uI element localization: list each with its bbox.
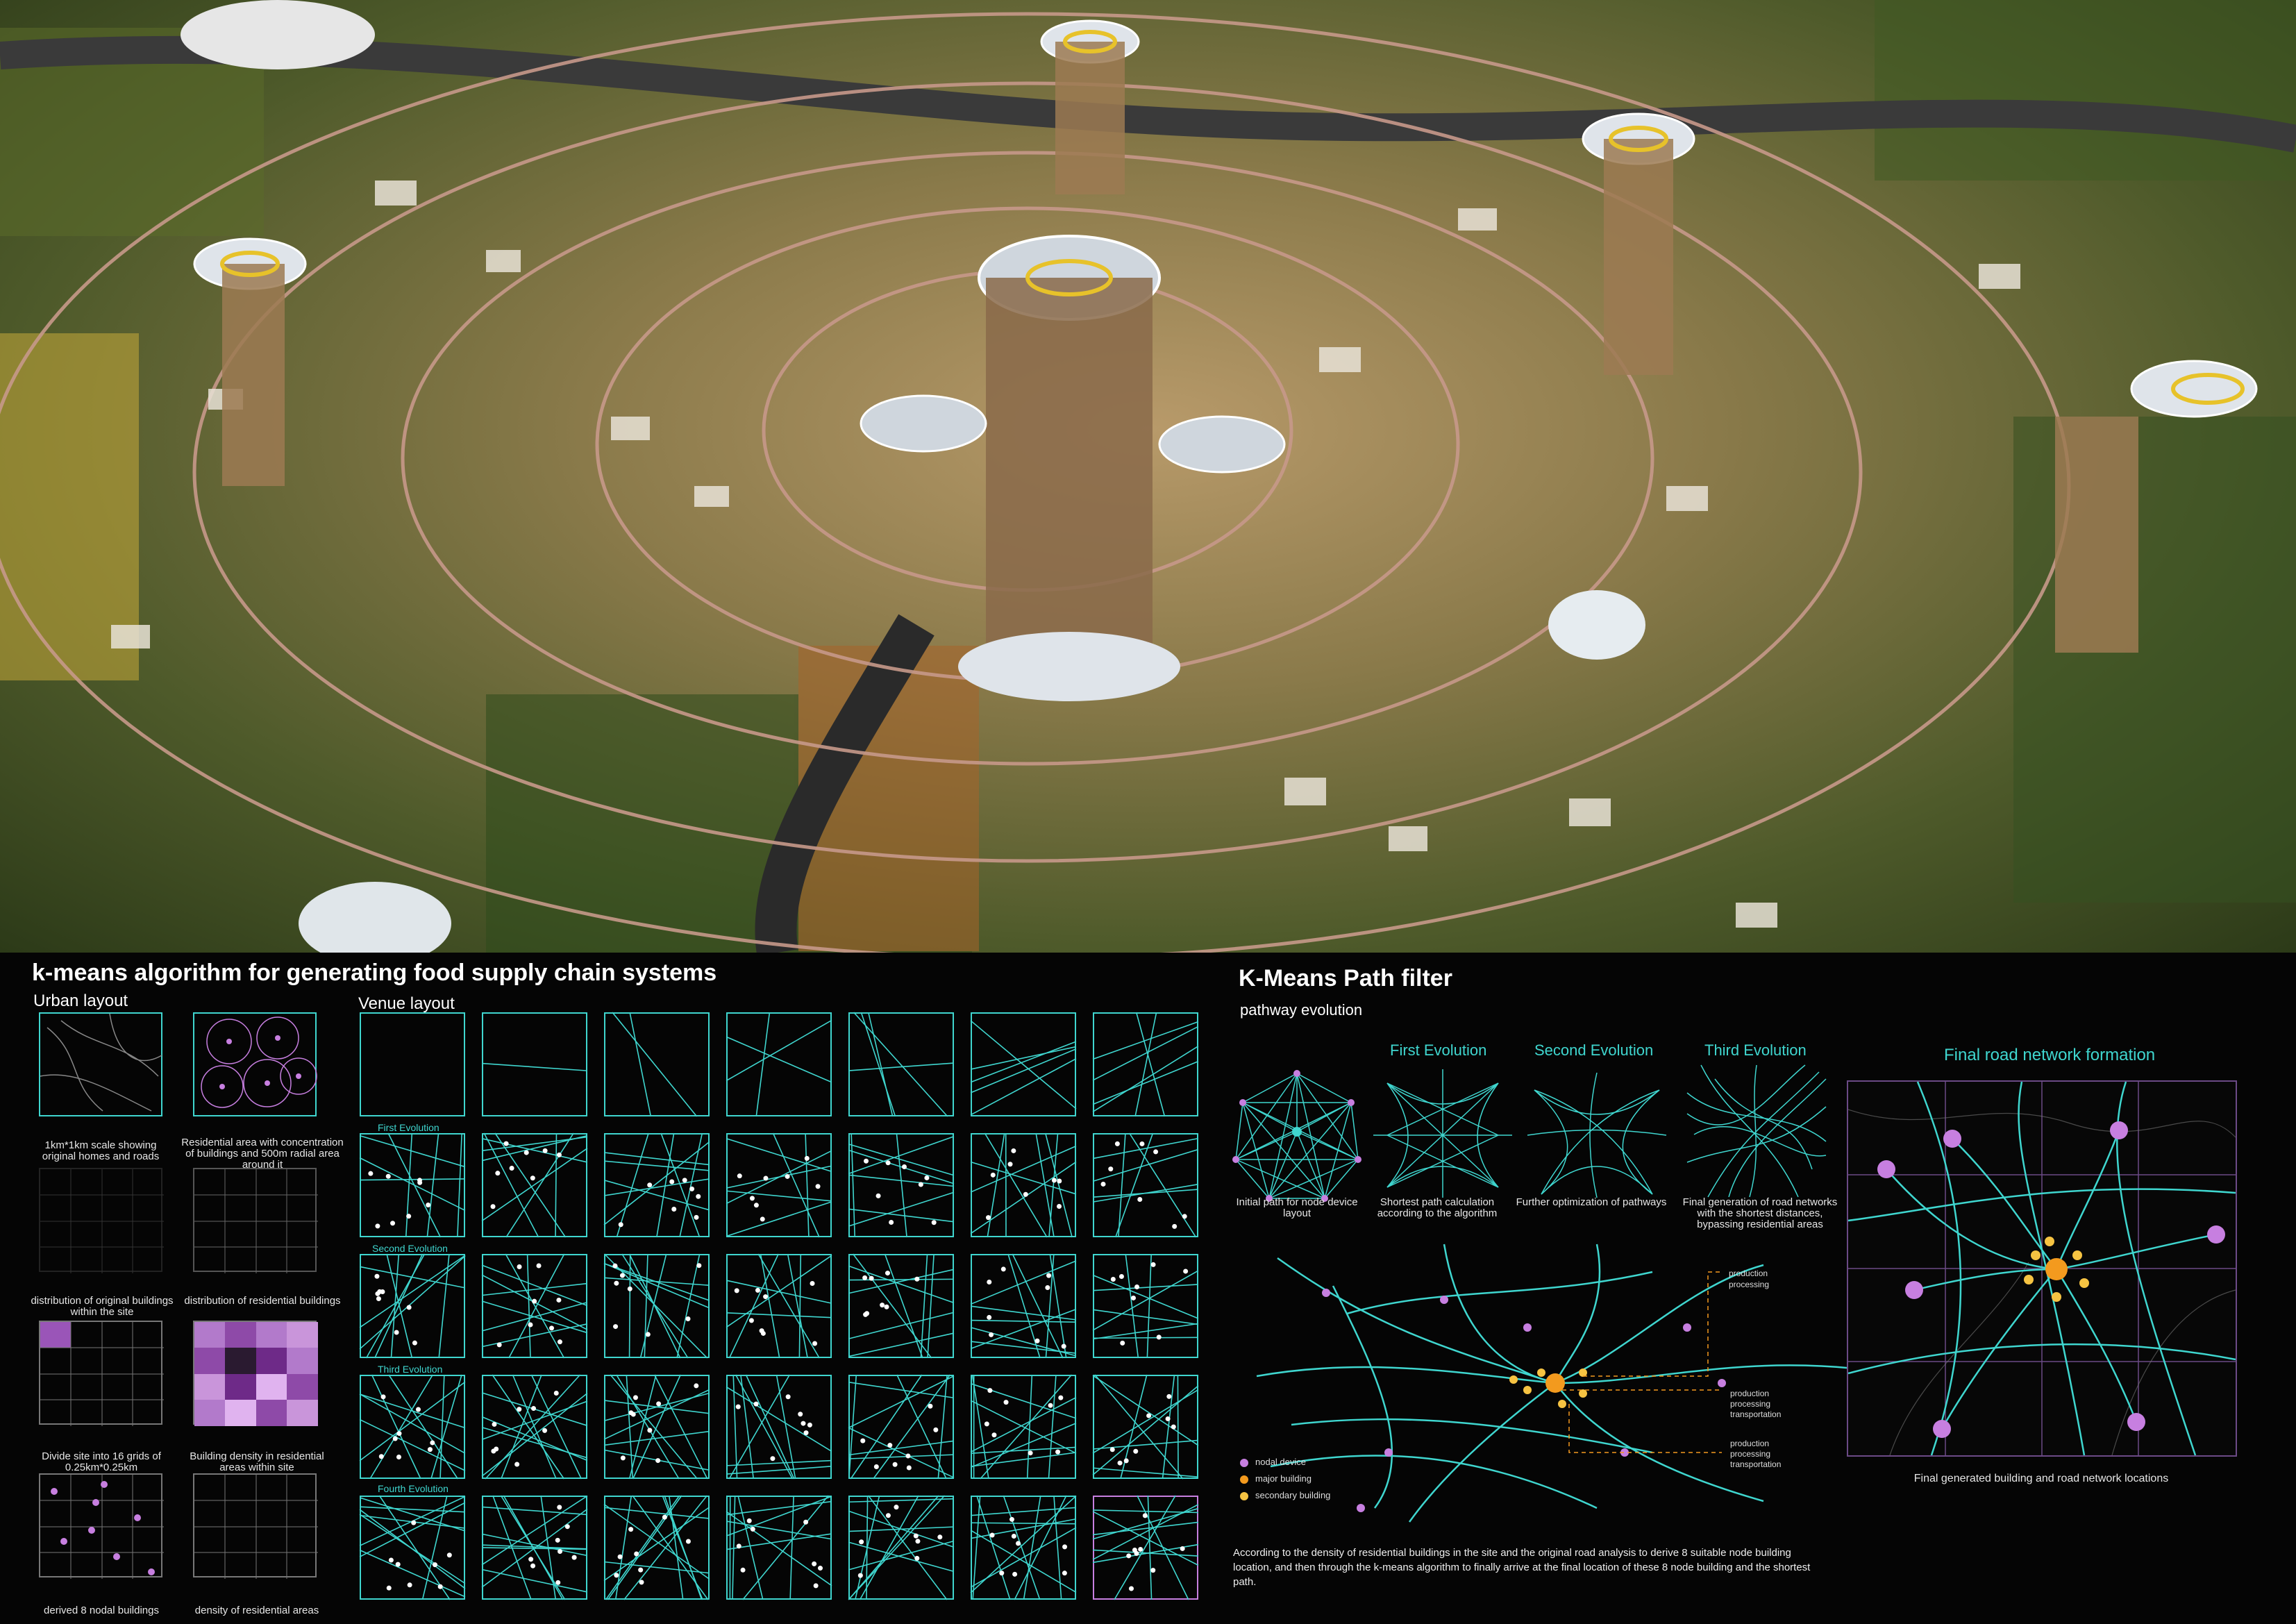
urban-panel-residential <box>193 1012 317 1116</box>
venue-cell <box>970 1012 1077 1116</box>
evolution-diagram-third <box>1686 1064 1827 1198</box>
evolution-diagram-initial <box>1232 1070 1361 1202</box>
legend-secondary-label: secondary building <box>1255 1490 1331 1500</box>
venue-cell <box>848 1012 955 1117</box>
urban-layout-heading: Urban layout <box>33 991 128 1010</box>
aerial-render <box>0 0 2296 953</box>
venue-cell <box>603 1132 710 1238</box>
venue-cell <box>970 1253 1077 1359</box>
urban-panel-grid <box>39 1321 164 1426</box>
legend-major-label: major building <box>1255 1473 1312 1484</box>
evolution-label-1: First Evolution <box>1390 1041 1487 1059</box>
callout-b-transportation: transportation <box>1730 1409 1782 1419</box>
venue-cell <box>726 1253 832 1359</box>
venue-cell <box>360 1012 465 1116</box>
venue-cell <box>359 1253 466 1359</box>
evolution-label-3: Third Evolution <box>1704 1041 1807 1059</box>
urban-caption-6: Building density in residential areas wi… <box>190 1450 324 1473</box>
left-title: k-means algorithm for generating food su… <box>32 960 717 986</box>
callout-c-processing: processing <box>1730 1449 1771 1459</box>
description-text: According to the density of residential … <box>1233 1547 1811 1588</box>
venue-cell <box>604 1012 710 1117</box>
venue-layout-heading: Venue layout <box>358 994 455 1013</box>
venue-cell <box>603 1495 710 1600</box>
legend-nodal-device: nodal device <box>1240 1457 1306 1467</box>
venue-row-label-4: Fourth Evolution <box>378 1483 449 1494</box>
final-network-heading: Final road network formation <box>1944 1046 2156 1064</box>
analysis-panel: k-means algorithm for generating food su… <box>0 953 2296 1624</box>
venue-cell <box>603 1253 710 1359</box>
legend-nodal-label: nodal device <box>1255 1457 1306 1467</box>
venue-cell <box>848 1495 955 1600</box>
urban-caption-5: Divide site into 16 grids of 0.25km*0.25… <box>42 1450 161 1473</box>
venue-cell <box>726 1132 832 1238</box>
venue-cell <box>481 1495 588 1600</box>
venue-cell <box>848 1132 955 1238</box>
evolution-caption-2: Shortest path calculation according to t… <box>1377 1196 1498 1219</box>
callout-b-processing: processing <box>1730 1399 1771 1409</box>
right-subtitle: pathway evolution <box>1240 1001 1363 1019</box>
evolution-caption-4: Final generation of road networks with t… <box>1682 1196 1838 1230</box>
evolution-label-2: Second Evolution <box>1534 1041 1654 1059</box>
venue-cell <box>481 1012 588 1116</box>
legend-secondary-dot <box>1240 1491 1248 1500</box>
venue-cell <box>726 1495 832 1600</box>
evolution-diagram-second <box>1527 1072 1667 1198</box>
urban-caption-1: 1km*1km scale showing original homes and… <box>42 1139 160 1162</box>
callout-b: production processing transportation <box>1730 1389 1781 1420</box>
render-illustration <box>0 0 2296 953</box>
callout-c-production: production <box>1730 1439 1770 1448</box>
venue-cell <box>359 1132 466 1238</box>
venue-cell <box>1092 1253 1199 1359</box>
venue-cell <box>848 1374 955 1480</box>
venue-cell <box>481 1374 588 1480</box>
venue-cell <box>848 1253 955 1359</box>
venue-cell <box>970 1374 1077 1480</box>
venue-cell <box>970 1132 1077 1238</box>
callout-a-production: production <box>1729 1269 1768 1278</box>
road-network-diagram <box>1256 1244 1861 1523</box>
venue-cell <box>481 1253 588 1359</box>
callout-c: production processing transportation <box>1730 1439 1781 1470</box>
legend-nodal-dot <box>1240 1458 1248 1467</box>
venue-cell <box>603 1374 710 1480</box>
urban-caption-8: density of residential areas <box>194 1605 319 1616</box>
urban-caption-4: distribution of residential buildings <box>184 1295 341 1307</box>
urban-panel-density <box>193 1321 318 1426</box>
venue-cell <box>726 1374 832 1480</box>
urban-panel-res-buildings <box>193 1168 318 1273</box>
evolution-caption-1: Initial path for node device layout <box>1236 1196 1358 1219</box>
callout-b-production: production <box>1730 1389 1770 1398</box>
venue-cell <box>970 1495 1077 1600</box>
callout-c-transportation: transportation <box>1730 1459 1782 1469</box>
callout-a: production processing <box>1729 1268 1769 1290</box>
urban-caption-2: Residential area with concentration of b… <box>181 1137 344 1171</box>
evolution-caption-3: Further optimization of pathways <box>1516 1196 1667 1208</box>
legend-secondary-building: secondary building <box>1240 1490 1330 1500</box>
venue-row-label-1: First Evolution <box>378 1122 439 1133</box>
callout-a-processing: processing <box>1729 1280 1770 1289</box>
legend-major-dot <box>1240 1475 1248 1484</box>
venue-cell <box>1092 1132 1199 1238</box>
urban-panel-buildings <box>39 1168 164 1273</box>
urban-caption-3: distribution of original buildings withi… <box>31 1295 174 1318</box>
venue-cell <box>359 1495 466 1600</box>
legend-major-building: major building <box>1240 1473 1312 1484</box>
urban-panel-roads <box>39 1012 162 1116</box>
venue-cell <box>726 1012 832 1117</box>
venue-row-label-2: Second Evolution <box>372 1243 448 1254</box>
final-network-caption: Final generated building and road networ… <box>1913 1473 2169 1484</box>
urban-panel-res-density <box>193 1473 318 1579</box>
venue-cell <box>359 1374 466 1480</box>
final-network-map <box>1847 1080 2237 1457</box>
right-title: K-Means Path filter <box>1239 965 1452 991</box>
venue-cell <box>1092 1495 1199 1600</box>
urban-panel-nodes <box>39 1473 164 1579</box>
venue-cell <box>481 1132 588 1238</box>
venue-cell <box>1092 1374 1199 1480</box>
venue-cell <box>1092 1012 1199 1117</box>
venue-row-label-3: Third Evolution <box>378 1364 443 1375</box>
urban-caption-7: derived 8 nodal buildings <box>44 1605 159 1616</box>
evolution-diagram-first <box>1373 1069 1512 1198</box>
